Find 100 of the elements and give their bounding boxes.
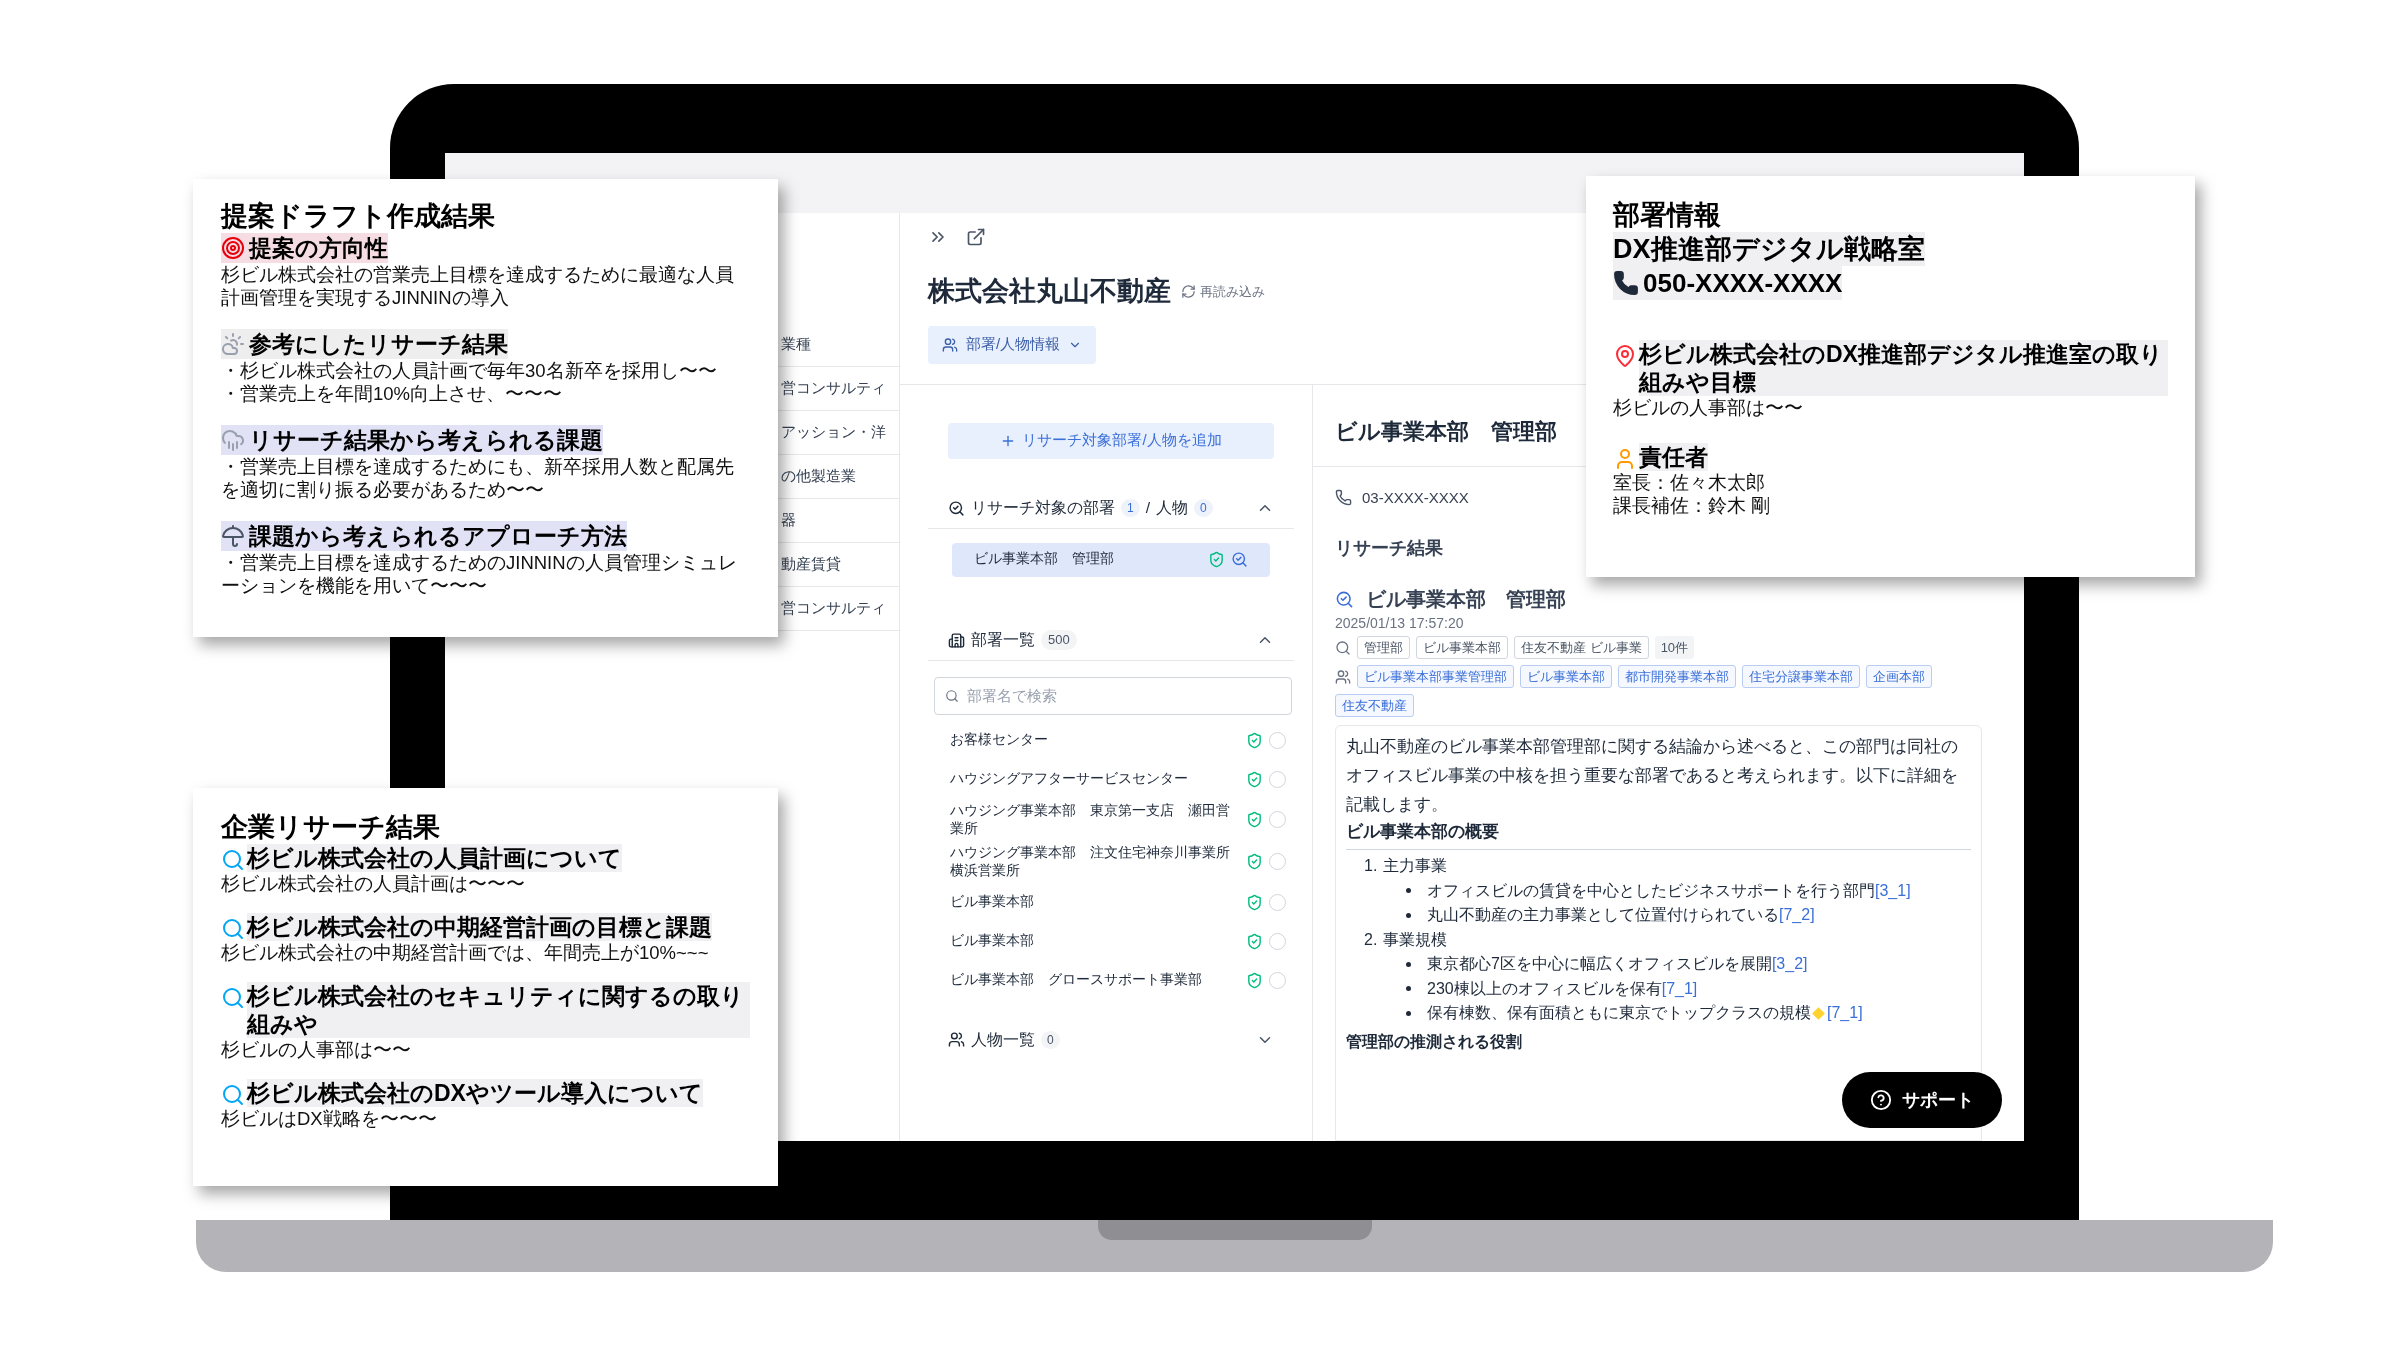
- sidebar-item[interactable]: 営コンサルティ: [781, 597, 886, 620]
- view-dropdown[interactable]: 部署/人物情報: [928, 325, 1097, 364]
- section-heading: 杉ビル株式会社のDX推進部デジタル推進室の取り組みや目標: [1639, 340, 2168, 396]
- department-name[interactable]: ビル事業本部 グロースサポート事業部: [950, 971, 1240, 989]
- cloud-sun-icon: [221, 332, 245, 356]
- department-tag[interactable]: 住宅分譲事業本部: [1742, 665, 1860, 688]
- building-icon: [948, 631, 965, 649]
- search-icon: [945, 688, 959, 703]
- count-badge: 0: [1041, 1030, 1060, 1049]
- section-text: ・杉ビル株式会社の人員計画で毎年30名新卒を採用し〜〜: [221, 359, 718, 382]
- section-text: 杉ビル株式会社の営業売上目標を達成するために最適な人員計画管理を実現するJINNINの導入: [221, 263, 735, 309]
- section-label: 部署一覧: [971, 630, 1035, 650]
- phone-icon: [1613, 270, 1639, 296]
- section-text: ・営業売上目標を達成するためにも、新卒採用人数と配属先を適切に割り振る必要があるため〜〜: [221, 455, 735, 501]
- section-heading: 提案の方向性: [221, 233, 388, 263]
- department-name[interactable]: お客様センター: [950, 731, 1240, 749]
- reference-link[interactable]: [3_2]: [1771, 952, 1808, 977]
- people-icon: [948, 1031, 965, 1048]
- reference-link[interactable]: [3_1]: [1875, 878, 1911, 903]
- department-name[interactable]: ビル事業本部: [950, 893, 1240, 911]
- card-title: 提案ドラフト作成結果: [221, 200, 496, 233]
- keyword-tag: 住友不動産 ビル事業: [1514, 636, 1649, 659]
- department-search-field[interactable]: 部署名で検索: [934, 676, 1292, 715]
- magnifier-icon: [221, 1083, 245, 1107]
- department-tag[interactable]: 都市開発事業本部: [1618, 665, 1736, 688]
- umbrella-icon: [221, 524, 245, 548]
- overview-heading: ビル事業本部の概要: [1346, 819, 1971, 850]
- section-heading: 参考にしたリサーチ結果: [221, 329, 508, 359]
- shield-check-icon: [1246, 770, 1263, 788]
- shield-check-icon: [1246, 811, 1263, 828]
- rain-cloud-icon: [221, 428, 245, 452]
- shield-check-icon: [1246, 853, 1263, 870]
- section-text: ・営業売上目標を達成するためのJINNINの人員管理シミュレーションを機能を用いて〜〜〜: [221, 551, 738, 597]
- research-target-item[interactable]: ビル事業本部 管理部: [952, 542, 1270, 577]
- department-name[interactable]: ハウジング事業本部 注文住宅神奈川事業所横浜営業所: [950, 843, 1240, 880]
- search-check-icon: [948, 499, 965, 517]
- section-text: 課長補佐：鈴木 剛: [1613, 494, 1772, 517]
- list-text: 丸山不動産の主力事業として位置付けられている: [1427, 905, 1779, 925]
- reference-link[interactable]: [7_1]: [1661, 976, 1698, 1001]
- phone-number: 03-XXXX-XXXX: [1362, 487, 1469, 508]
- department-name[interactable]: ビル事業本部: [950, 932, 1240, 950]
- phone-icon: [1335, 489, 1352, 507]
- bullet-icon: [1406, 1010, 1411, 1016]
- section-heading: 杉ビル株式会社の中期経営計画の目標と課題: [247, 913, 712, 941]
- department-name[interactable]: ハウジングアフターサービスセンター: [950, 770, 1240, 788]
- sidebar-item[interactable]: 業種: [781, 333, 811, 356]
- list-text: 230棟以上のオフィスビルを保有: [1427, 978, 1662, 999]
- sidebar-item[interactable]: 動産賃貸: [781, 553, 841, 576]
- department-name: DX推進部デジタル戦略室: [1613, 232, 1925, 266]
- section-text: 室長：佐々木太郎: [1613, 471, 1766, 494]
- card-title: 企業リサーチ結果: [221, 811, 441, 844]
- section-label: リサーチ対象の部署: [971, 498, 1115, 519]
- list-number: 2.: [1364, 929, 1378, 950]
- support-button[interactable]: サポート: [1842, 1072, 2002, 1128]
- card-title: 部署情報: [1613, 199, 1722, 232]
- target-icon: [221, 236, 245, 260]
- sidebar-item[interactable]: 営コンサルティ: [781, 377, 886, 400]
- reference-link[interactable]: [7_1]: [1811, 1001, 1863, 1026]
- sidebar-item[interactable]: の他製造業: [781, 465, 856, 488]
- bullet-icon: [1406, 888, 1411, 894]
- search-check-icon[interactable]: [1231, 551, 1248, 568]
- list-heading: 主力事業: [1383, 856, 1448, 876]
- bullet-icon: [1406, 912, 1411, 918]
- section-heading: 杉ビル株式会社のセキュリティに関するの取り組みや: [247, 982, 750, 1038]
- section-text: 杉ビル株式会社の人員計画は〜〜〜: [221, 872, 526, 895]
- count-badge: 10件: [1654, 636, 1695, 659]
- section-heading: 管理部の推測される役割: [1346, 1031, 1523, 1052]
- section-heading: 杉ビル株式会社の人員計画について: [247, 844, 622, 872]
- section-title: リサーチ結果: [1334, 537, 1444, 560]
- keyword-tag: ビル事業本部: [1416, 636, 1508, 659]
- timestamp: 2025/01/13 17:57:20: [1334, 614, 1465, 632]
- section-text: 杉ビルの人事部は〜〜: [221, 1038, 412, 1061]
- people-icon: [942, 336, 958, 353]
- department-tag[interactable]: 企画本部: [1866, 665, 1932, 688]
- section-text: ・営業売上を年間10%向上させ、〜〜〜: [221, 382, 564, 405]
- sidebar-item[interactable]: 器: [781, 509, 796, 532]
- add-research-target-button[interactable]: リサーチ対象部署/人物を追加: [948, 422, 1274, 459]
- people-icon: [1335, 668, 1351, 685]
- section-label: 人物: [1156, 498, 1188, 519]
- summary-text: 丸山不動産のビル事業本部管理部に関する結論から述べると、この部門は同社のオフィスビル事業の中核を担う重要な部署であると考えられます。以下に詳細を記載します。: [1346, 736, 1959, 816]
- external-link-icon[interactable]: [966, 227, 986, 247]
- magnifier-icon: [221, 848, 245, 872]
- keyword-tag: 管理部: [1357, 636, 1410, 659]
- department-name[interactable]: ハウジング事業本部 東京第一支店 瀬田営業所: [950, 801, 1240, 838]
- section-heading: リサーチ結果から考えられる課題: [221, 425, 603, 455]
- department-tag[interactable]: ビル事業本部事業管理部: [1357, 665, 1514, 688]
- bullet-icon: [1406, 986, 1411, 992]
- department-tag[interactable]: ビル事業本部: [1520, 665, 1612, 688]
- reload-button[interactable]: 再読み込み: [1181, 281, 1265, 301]
- sidebar-item[interactable]: アッション・洋: [781, 421, 886, 444]
- reference-link[interactable]: [7_2]: [1779, 903, 1815, 928]
- section-text: 杉ビル株式会社の中期経営計画では、年間売上が10%~~~: [221, 941, 710, 964]
- list-heading: 事業規模: [1383, 929, 1448, 950]
- shield-check-icon: [1246, 893, 1263, 911]
- search-icon: [1335, 639, 1351, 656]
- magnifier-icon: [221, 986, 245, 1010]
- section-label: 人物一覧: [971, 1029, 1035, 1050]
- bullet-icon: [1406, 961, 1411, 967]
- section-heading: 杉ビル株式会社のDXやツール導入について: [247, 1079, 703, 1107]
- department-tag[interactable]: 住友不動産: [1335, 694, 1414, 717]
